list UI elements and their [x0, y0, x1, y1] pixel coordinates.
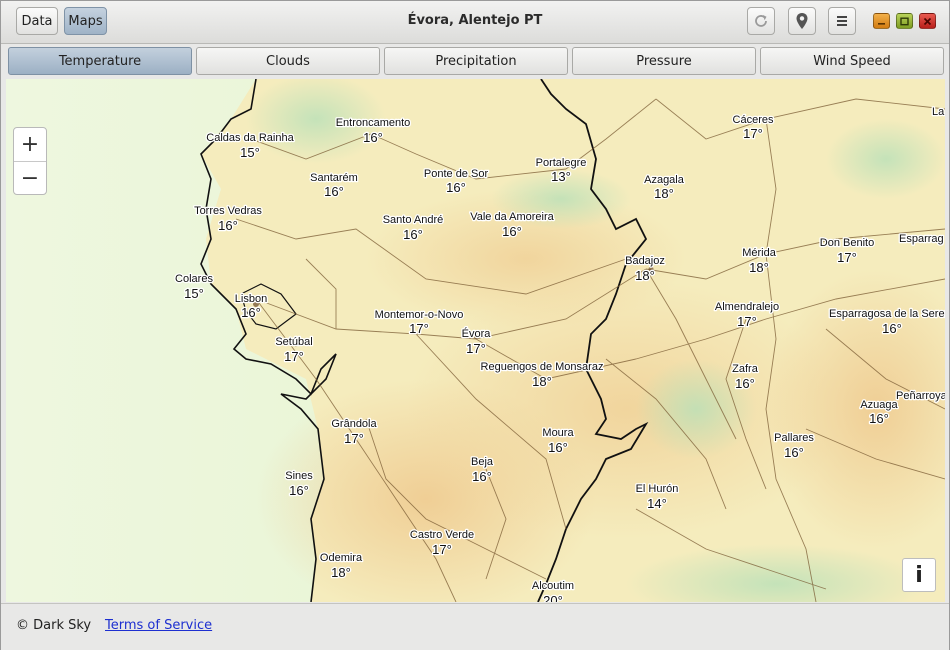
city-name-colares: Colares: [175, 273, 213, 285]
city-name-caceres: Cáceres: [733, 114, 774, 126]
zoom-out-button[interactable]: −: [14, 162, 46, 195]
city-name-don-benito: Don Benito: [820, 237, 874, 249]
city-temp-don-benito: 17°: [837, 250, 857, 265]
city-temp-esparragosa-de-la-seren: 16°: [882, 321, 902, 336]
city-name-torres-vedras: Torres Vedras: [194, 205, 262, 217]
city-name-merida: Mérida: [742, 247, 777, 259]
city-temp-torres-vedras: 16°: [218, 218, 238, 233]
footer: © Dark Sky Terms of Service: [1, 603, 949, 650]
minimize-button[interactable]: [873, 13, 890, 29]
close-icon: [923, 17, 932, 25]
city-temp-portalegre: 13°: [551, 169, 571, 184]
city-temp-el-huron: 14°: [647, 496, 667, 511]
minimize-icon: [878, 22, 885, 25]
tab-clouds[interactable]: Clouds: [196, 47, 380, 75]
location-pin-icon: [796, 13, 808, 29]
city-name-zafra: Zafra: [732, 363, 759, 375]
city-name-la: La: [932, 106, 945, 118]
city-temp-ponte-de-sor: 16°: [446, 180, 466, 195]
refresh-button[interactable]: [747, 7, 775, 35]
city-name-pallares: Pallares: [774, 432, 814, 444]
city-name-vale-da-amoreira: Vale da Amoreira: [470, 211, 554, 223]
city-temp-odemira: 18°: [331, 565, 351, 580]
city-name-esparragosa-de-la-seren: Esparragosa de la Seren: [829, 308, 945, 320]
city-temp-moura: 16°: [548, 440, 568, 455]
terms-of-service-link[interactable]: Terms of Service: [105, 618, 212, 633]
close-button[interactable]: [919, 13, 936, 29]
tab-temperature[interactable]: Temperature: [8, 47, 192, 75]
city-name-santo-andre: Santo André: [383, 214, 444, 226]
city-temp-badajoz: 18°: [635, 268, 655, 283]
city-temp-castro-verde: 17°: [432, 542, 452, 557]
city-temp-beja: 16°: [472, 469, 492, 484]
city-temp-caldas-da-rainha: 15°: [240, 145, 260, 160]
city-name-ponte-de-sor: Ponte de Sor: [424, 168, 489, 180]
weather-map[interactable]: Caldas da Rainha 15° Entroncamento 16° S…: [6, 79, 945, 602]
city-temp-evora: 17°: [466, 341, 486, 356]
menu-icon: [837, 16, 847, 26]
temperature-map-graphic[interactable]: Caldas da Rainha 15° Entroncamento 16° S…: [6, 79, 945, 602]
city-name-azuaga: Azuaga: [860, 399, 898, 411]
city-name-reguengos-de-monsaraz: Reguengos de Monsaraz: [481, 361, 604, 373]
city-temp-setubal: 17°: [284, 349, 304, 364]
city-name-santarem: Santarém: [310, 172, 358, 184]
city-name-alcoutim: Alcoutim: [532, 580, 574, 592]
city-temp-caceres: 17°: [743, 126, 763, 141]
city-temp-alcoutim: 20°: [543, 593, 563, 602]
city-name-esparrag: Esparrag: [899, 233, 944, 245]
city-name-beja: Beja: [471, 456, 494, 468]
city-temp-merida: 18°: [749, 260, 769, 275]
city-name-el-huron: El Hurón: [636, 483, 679, 495]
copyright-text: © Dark Sky: [16, 618, 92, 633]
city-name-evora: Évora: [462, 327, 492, 340]
app-window: Data Maps Évora, Alentejo PT Temperature…: [0, 0, 950, 650]
title-bar: Data Maps Évora, Alentejo PT: [1, 1, 949, 44]
city-temp-pallares: 16°: [784, 445, 804, 460]
maximize-button[interactable]: [896, 13, 913, 29]
zoom-in-button[interactable]: +: [14, 128, 46, 162]
city-name-penarroya: Peñarroya: [896, 390, 945, 402]
city-temp-reguengos-de-monsaraz: 18°: [532, 374, 552, 389]
city-name-montemor-o-novo: Montemor-o-Novo: [375, 309, 464, 321]
city-temp-montemor-o-novo: 17°: [409, 321, 429, 336]
city-name-entroncamento: Entroncamento: [336, 117, 411, 129]
zoom-control: + −: [13, 127, 47, 195]
menu-button[interactable]: [828, 7, 856, 35]
city-name-moura: Moura: [542, 427, 574, 439]
refresh-icon: [755, 15, 767, 27]
city-temp-entroncamento: 16°: [363, 130, 383, 145]
city-name-odemira: Odemira: [320, 552, 363, 564]
maximize-icon: [900, 17, 909, 25]
city-temp-vale-da-amoreira: 16°: [502, 224, 522, 239]
city-temp-almendralejo: 17°: [737, 314, 757, 329]
city-name-castro-verde: Castro Verde: [410, 529, 474, 541]
info-button[interactable]: i: [902, 558, 936, 592]
city-temp-grandola: 17°: [344, 431, 364, 446]
city-temp-azuaga: 16°: [869, 411, 889, 426]
city-name-portalegre: Portalegre: [536, 157, 587, 169]
city-name-badajoz: Badajoz: [625, 255, 665, 267]
city-temp-santo-andre: 16°: [403, 227, 423, 242]
city-name-azagala: Azagala: [644, 174, 685, 186]
city-temp-santarem: 16°: [324, 184, 344, 199]
tab-wind-speed[interactable]: Wind Speed: [760, 47, 944, 75]
tab-precipitation[interactable]: Precipitation: [384, 47, 568, 75]
city-name-almendralejo: Almendralejo: [715, 301, 779, 313]
tab-pressure[interactable]: Pressure: [572, 47, 756, 75]
city-temp-sines: 16°: [289, 483, 309, 498]
city-temp-colares: 15°: [184, 286, 204, 301]
city-name-lisbon: Lisbon: [235, 293, 267, 305]
city-name-caldas-da-rainha: Caldas da Rainha: [206, 132, 294, 144]
city-temp-lisbon: 16°: [241, 305, 261, 320]
city-name-grandola: Grândola: [331, 418, 377, 430]
location-button[interactable]: [788, 7, 816, 35]
layer-tabs: Temperature Clouds Precipitation Pressur…: [1, 44, 949, 78]
city-temp-azagala: 18°: [654, 186, 674, 201]
city-name-sines: Sines: [285, 470, 313, 482]
city-temp-zafra: 16°: [735, 376, 755, 391]
city-name-setubal: Setúbal: [275, 336, 312, 348]
